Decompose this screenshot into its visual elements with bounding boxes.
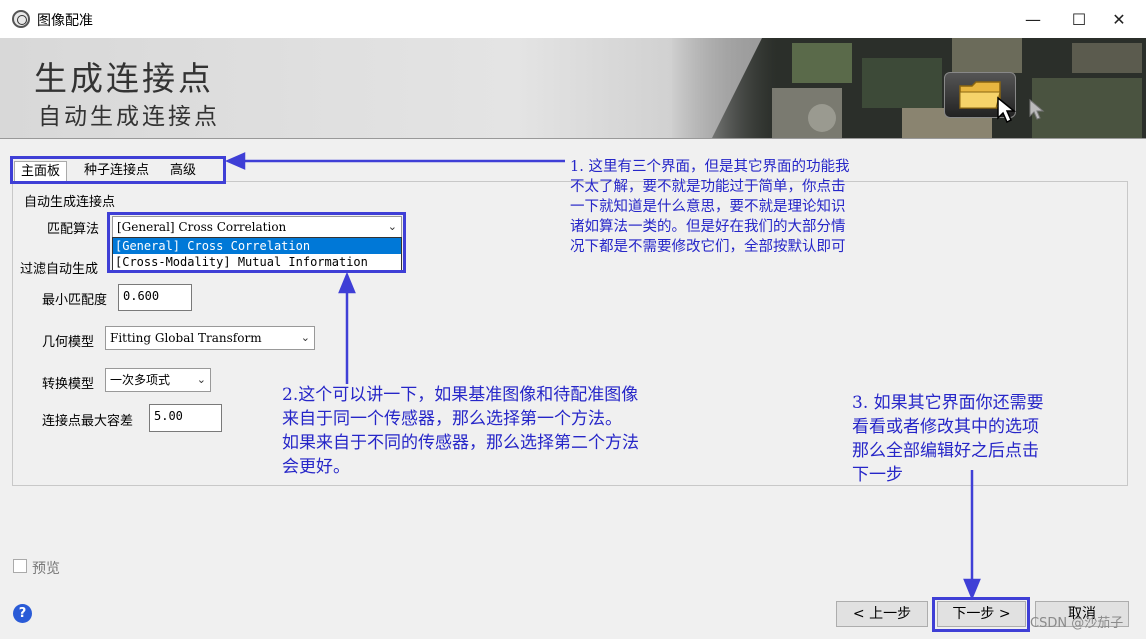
back-button[interactable]: < 上一步	[836, 601, 928, 627]
preview-label: 预览	[32, 561, 60, 577]
next-button[interactable]: 下一步 >	[937, 601, 1026, 627]
watermark: CSDN @沙茄子	[1030, 616, 1124, 631]
annotation-note-next: 3. 如果其它界面你还需要 看看或者修改其中的选项 那么全部编辑好之后点击 下一…	[852, 393, 1044, 485]
annotation-arrows	[224, 152, 981, 601]
help-icon[interactable]: ?	[13, 604, 32, 623]
annotation-note-algorithm: 2.这个可以讲一下，如果基准图像和待配准图像 来自于同一个传感器，那么选择第一个…	[282, 385, 639, 477]
preview-checkbox[interactable]	[13, 559, 27, 573]
annotation-note-tabs: 1. 这里有三个界面，但是其它界面的功能我 不太了解，要不就是功能过于简单，你点…	[570, 159, 850, 255]
